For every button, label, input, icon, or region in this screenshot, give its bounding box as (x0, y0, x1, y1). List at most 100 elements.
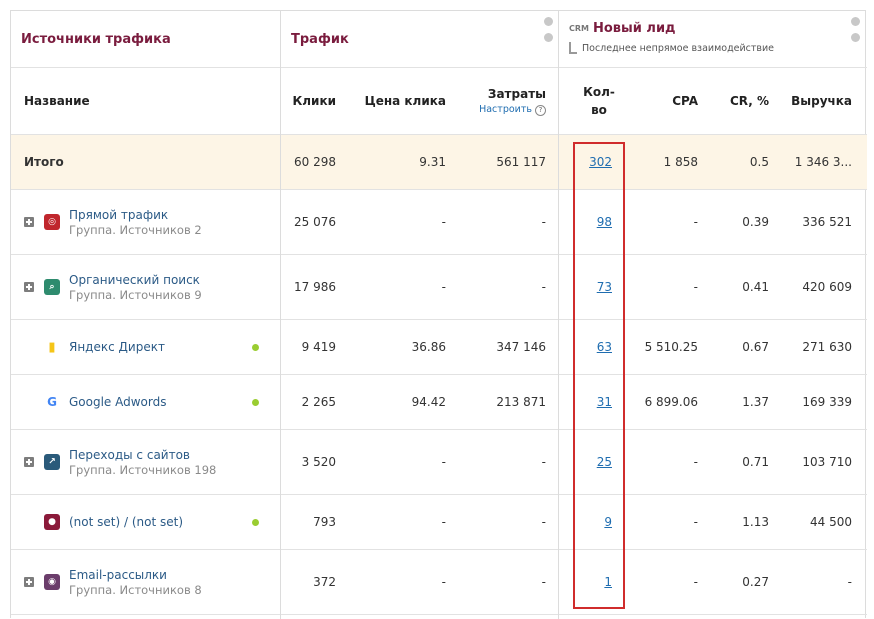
row-clicks: 3 520 (301, 455, 336, 469)
table-row: G Google Adwords 2 265 94.42 213 871 31 6 899.… (11, 375, 867, 430)
row-click-price: - (441, 515, 446, 529)
total-label: Итого (24, 155, 64, 169)
search-icon: ⌕ (44, 279, 60, 295)
row-cr: 0.27 (742, 575, 769, 589)
table-row: ◉ Email-рассылки Группа. Источников 8 372 - -… (11, 550, 867, 615)
table-row: ● (not set) / (not set) 793- -9-1.13 44 500 (11, 495, 867, 550)
email-icon: ◉ (44, 574, 60, 590)
traffic-sources-table: Источники трафика Трафик CRM Новый лид П… (10, 10, 867, 619)
costs-setup-link[interactable]: Настроить ? (479, 104, 546, 116)
row-click-price: - (441, 455, 446, 469)
row-costs: 213 871 (496, 395, 546, 409)
total-cr: 0.5 (749, 155, 769, 169)
source-name-link[interactable]: Яндекс Директ (69, 340, 165, 354)
row-costs: - (541, 515, 546, 529)
col-quantity-line1: Кол- (583, 85, 615, 99)
sources-title: Источники трафика (21, 31, 171, 47)
row-cr: 0.71 (742, 455, 769, 469)
total-row: Итого 60 298 9.31 561 117 302 1 858 0.5 … (11, 135, 867, 190)
col-costs[interactable]: Затраты Настроить ? (456, 68, 546, 134)
row-clicks: 17 986 (294, 280, 336, 294)
link-icon: ↗ (44, 454, 60, 470)
row-costs: 347 146 (496, 340, 546, 354)
expand-icon[interactable] (24, 217, 34, 227)
row-costs: - (541, 575, 546, 589)
source-name-link[interactable]: Email-рассылки (69, 568, 202, 582)
source-subtitle: Группа. Источников 8 (69, 582, 202, 597)
row-name-cell: G Google Adwords (24, 375, 264, 429)
row-costs: - (541, 455, 546, 469)
sources-header: Источники трафика (21, 11, 281, 67)
row-cpa: 6 899.06 (644, 395, 698, 409)
row-revenue: 420 609 (802, 280, 852, 294)
row-name-cell: ⌕ Органический поиск Группа. Источников 9 (24, 255, 264, 319)
row-cr: 0.67 (742, 340, 769, 354)
header-row-columns: Название Клики Цена клика Затраты Настро… (11, 68, 867, 135)
source-name-link[interactable]: Прямой трафик (69, 208, 202, 222)
row-revenue: 103 710 (802, 455, 852, 469)
row-clicks: 25 076 (294, 215, 336, 229)
row-cpa: - (693, 455, 698, 469)
col-cr[interactable]: CR, % (706, 68, 769, 134)
col-cpa[interactable]: CPA (631, 68, 698, 134)
source-name-link[interactable]: (not set) / (not set) (69, 515, 183, 529)
row-revenue: 271 630 (802, 340, 852, 354)
row-cr: 1.37 (742, 395, 769, 409)
row-revenue: - (847, 575, 852, 589)
row-cpa: 5 510.25 (644, 340, 698, 354)
row-clicks: 9 419 (301, 340, 336, 354)
source-name-link[interactable]: Органический поиск (69, 273, 202, 287)
total-price: 9.31 (419, 155, 446, 169)
lead-header: CRM Новый лид Последнее непрямое взаимод… (569, 21, 774, 54)
source-subtitle: Группа. Источников 2 (69, 222, 202, 237)
col-click-price[interactable]: Цена клика (346, 68, 446, 134)
row-cpa: - (693, 280, 698, 294)
lead-title: Новый лид (593, 21, 676, 36)
question-icon: ? (535, 104, 546, 116)
traffic-title: Трафик (291, 31, 349, 47)
attribution-icon (569, 42, 577, 54)
col-revenue[interactable]: Выручка (776, 68, 852, 134)
col-quantity[interactable]: Кол- во (574, 68, 624, 134)
col-name[interactable]: Название (24, 68, 224, 134)
expand-icon[interactable] (24, 457, 34, 467)
row-cpa: - (693, 215, 698, 229)
help-icon[interactable] (851, 33, 860, 42)
row-click-price: - (441, 575, 446, 589)
gear-icon[interactable] (851, 17, 860, 26)
row-costs: - (541, 280, 546, 294)
yandex-direct-icon: ▮ (44, 339, 60, 355)
total-costs: 561 117 (496, 155, 546, 169)
row-name-cell: ▮ Яндекс Директ (24, 320, 264, 374)
row-click-price: 94.42 (411, 395, 446, 409)
source-name-link[interactable]: Google Adwords (69, 395, 167, 409)
status-dot (252, 518, 259, 526)
google-icon: G (44, 394, 60, 410)
col-costs-label: Затраты (487, 86, 546, 101)
table-row: ↗ Переходы с сайтов Группа. Источников 198… (11, 430, 867, 495)
row-revenue: 44 500 (810, 515, 852, 529)
row-click-price: 36.86 (411, 340, 446, 354)
source-subtitle: Группа. Источников 198 (69, 462, 217, 477)
col-clicks[interactable]: Клики (281, 68, 336, 134)
row-revenue: 169 339 (802, 395, 852, 409)
row-click-price: - (441, 280, 446, 294)
traffic-header: Трафик (291, 11, 551, 67)
source-subtitle: Группа. Источников 9 (69, 287, 202, 302)
direct-traffic-icon: ◎ (44, 214, 60, 230)
row-cpa: - (693, 515, 698, 529)
table-row: ◎ Прямой трафик Группа. Источников 2 25 076… (11, 190, 867, 255)
total-clicks: 60 298 (294, 155, 336, 169)
gear-icon[interactable] (544, 17, 553, 26)
expand-icon[interactable] (24, 282, 34, 292)
row-cr: 0.39 (742, 215, 769, 229)
row-clicks: 793 (313, 515, 336, 529)
source-name-link[interactable]: Переходы с сайтов (69, 448, 216, 462)
expand-icon[interactable] (24, 577, 34, 587)
row-costs: - (541, 215, 546, 229)
help-icon[interactable] (544, 33, 553, 42)
total-cpa: 1 858 (663, 155, 698, 169)
total-revenue: 1 346 3... (794, 155, 852, 169)
status-dot (252, 343, 259, 351)
row-cr: 0.41 (742, 280, 769, 294)
